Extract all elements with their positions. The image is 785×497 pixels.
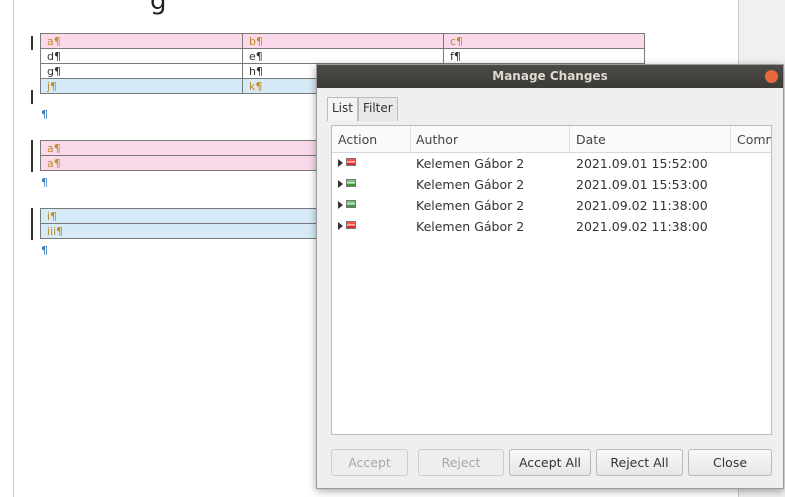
cell-text: b¶ bbox=[249, 34, 263, 48]
tab-bar: List Filter bbox=[327, 97, 398, 121]
row-date: 2021.09.01 15:52:00 bbox=[576, 156, 708, 171]
row-author: Kelemen Gábor 2 bbox=[416, 198, 525, 213]
deletion-icon bbox=[346, 158, 356, 166]
list-body: Kelemen Gábor 2 2021.09.01 15:52:00 Keleme… bbox=[332, 153, 771, 237]
cell-text: k¶ bbox=[249, 79, 263, 93]
table-cell[interactable]: a¶ bbox=[40, 33, 243, 49]
column-header-author[interactable]: Author bbox=[416, 132, 458, 147]
cell-text: a¶ bbox=[47, 156, 61, 170]
tab-filter[interactable]: Filter bbox=[357, 97, 398, 121]
insertion-icon bbox=[346, 200, 356, 208]
document-table-3: i¶ iii¶ bbox=[40, 208, 318, 239]
tab-list[interactable]: List bbox=[327, 97, 358, 121]
table-row: a¶ b¶ c¶ bbox=[40, 33, 645, 49]
heading-crop: g bbox=[150, 0, 167, 16]
table-cell[interactable]: e¶ bbox=[242, 48, 444, 64]
row-author: Kelemen Gábor 2 bbox=[416, 177, 525, 192]
window-close-icon[interactable] bbox=[765, 70, 778, 83]
list-item[interactable]: Kelemen Gábor 2 2021.09.01 15:52:00 bbox=[332, 153, 771, 174]
expand-arrow-icon[interactable] bbox=[338, 159, 343, 167]
table-row: i¶ bbox=[40, 208, 318, 224]
column-header-date[interactable]: Date bbox=[576, 132, 606, 147]
column-divider[interactable] bbox=[410, 126, 411, 153]
row-date: 2021.09.02 11:38:00 bbox=[576, 219, 708, 234]
expand-arrow-icon[interactable] bbox=[338, 201, 343, 209]
reject-all-button[interactable]: Reject All bbox=[596, 449, 683, 476]
table-cell[interactable]: c¶ bbox=[443, 33, 645, 49]
cell-text: i¶ bbox=[47, 209, 58, 223]
row-date: 2021.09.01 15:53:00 bbox=[576, 177, 708, 192]
row-author: Kelemen Gábor 2 bbox=[416, 156, 525, 171]
cell-text: g¶ bbox=[47, 64, 61, 78]
deletion-icon bbox=[346, 221, 356, 229]
accept-button[interactable]: Accept bbox=[331, 449, 408, 476]
expand-arrow-icon[interactable] bbox=[338, 222, 343, 230]
paragraph-mark: ¶ bbox=[41, 176, 48, 189]
expand-arrow-icon[interactable] bbox=[338, 180, 343, 188]
column-header-action[interactable]: Action bbox=[338, 132, 377, 147]
changes-list[interactable]: Action Author Date Comment Kelemen Gábor… bbox=[331, 125, 772, 435]
table-row: a¶ bbox=[40, 155, 318, 171]
cell-text: d¶ bbox=[47, 49, 61, 63]
table-cell[interactable]: a¶ bbox=[40, 140, 318, 156]
cell-text: e¶ bbox=[249, 49, 263, 63]
cell-text: c¶ bbox=[450, 34, 464, 48]
dialog-titlebar[interactable]: Manage Changes bbox=[317, 65, 783, 88]
list-item[interactable]: Kelemen Gábor 2 2021.09.01 15:53:00 bbox=[332, 174, 771, 195]
change-bar bbox=[31, 36, 33, 50]
paragraph-mark: ¶ bbox=[41, 108, 48, 121]
dialog-title: Manage Changes bbox=[492, 69, 608, 83]
column-header-comment[interactable]: Comment bbox=[737, 132, 771, 147]
table-cell[interactable]: g¶ bbox=[40, 63, 243, 79]
change-bar bbox=[31, 90, 33, 104]
cell-text: a¶ bbox=[47, 141, 61, 155]
table-cell[interactable]: b¶ bbox=[242, 33, 444, 49]
insertion-icon bbox=[346, 179, 356, 187]
list-header: Action Author Date Comment bbox=[332, 126, 771, 153]
page-left-edge bbox=[13, 0, 14, 497]
change-bar bbox=[31, 140, 33, 172]
cell-text: a¶ bbox=[47, 34, 61, 48]
table-cell[interactable]: iii¶ bbox=[40, 223, 318, 239]
cell-text: f¶ bbox=[450, 49, 461, 63]
row-author: Kelemen Gábor 2 bbox=[416, 219, 525, 234]
reject-button[interactable]: Reject bbox=[418, 449, 504, 476]
column-divider[interactable] bbox=[730, 126, 731, 153]
list-item[interactable]: Kelemen Gábor 2 2021.09.02 11:38:00 bbox=[332, 195, 771, 216]
document-table-2: a¶ a¶ bbox=[40, 140, 318, 171]
table-cell[interactable]: a¶ bbox=[40, 155, 318, 171]
paragraph-mark: ¶ bbox=[41, 244, 48, 257]
list-item[interactable]: Kelemen Gábor 2 2021.09.02 11:38:00 bbox=[332, 216, 771, 237]
cell-text: j¶ bbox=[47, 79, 58, 93]
accept-all-button[interactable]: Accept All bbox=[509, 449, 591, 476]
close-button[interactable]: Close bbox=[688, 449, 772, 476]
change-bar bbox=[31, 208, 33, 240]
table-cell[interactable]: i¶ bbox=[40, 208, 318, 224]
cell-text: h¶ bbox=[249, 64, 263, 78]
table-row: iii¶ bbox=[40, 223, 318, 239]
row-date: 2021.09.02 11:38:00 bbox=[576, 198, 708, 213]
table-row: a¶ bbox=[40, 140, 318, 156]
manage-changes-dialog: Manage Changes List Filter Action Author… bbox=[316, 64, 784, 489]
table-row: d¶ e¶ f¶ bbox=[40, 48, 645, 64]
table-cell[interactable]: j¶ bbox=[40, 78, 243, 94]
table-cell[interactable]: f¶ bbox=[443, 48, 645, 64]
cell-text: iii¶ bbox=[47, 224, 64, 238]
table-cell[interactable]: d¶ bbox=[40, 48, 243, 64]
column-divider[interactable] bbox=[569, 126, 570, 153]
